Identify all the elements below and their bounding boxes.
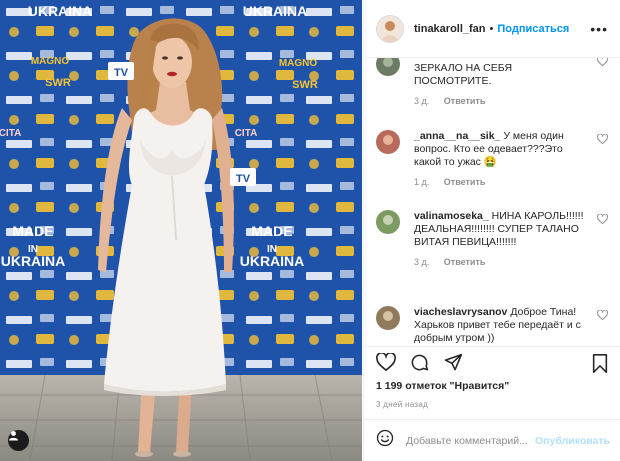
publish-button[interactable]: Опубликовать [535,435,610,447]
commenter-avatar[interactable] [376,210,400,234]
comments-list[interactable]: ЗЕРКАЛО НА СЕБЯ ПОСМОТРИТЕ. 3 д. Ответит… [364,58,620,346]
like-comment-heart-icon[interactable] [597,134,608,144]
add-comment-bar: Опубликовать [364,419,620,461]
backdrop-swr-logo: SWR [45,77,71,89]
backdrop-swr-logo-2: SWR [292,79,318,91]
backdrop-made-right: MADE [251,223,292,239]
post-header: tinakaroll_fan • Подписаться ••• [364,0,620,58]
backdrop-ukraina-made-right: UKRAINA [240,253,305,269]
tagged-user-icon[interactable] [8,430,29,451]
comment-time: 3 д. [414,257,430,267]
like-comment-heart-icon[interactable] [597,58,608,66]
reply-button[interactable]: Ответить [444,177,486,187]
post-side-panel: tinakaroll_fan • Подписаться ••• ЗЕРКАЛО… [363,0,620,461]
commenter-avatar[interactable] [376,306,400,330]
backdrop-city-logo-2: CITA [235,128,258,139]
comment-item: ЗЕРКАЛО НА СЕБЯ ПОСМОТРИТЕ. 3 д. Ответит… [376,58,610,106]
post-date: 3 дней назад [376,400,429,409]
post-actions [364,346,620,382]
header-separator: • [489,22,494,35]
backdrop-city-logo: CITA [0,128,21,139]
reply-button[interactable]: Ответить [444,96,486,106]
like-comment-heart-icon[interactable] [597,310,608,320]
post-photo[interactable]: UKRAINA UKRAINA MADE IN UKRAINA MADE IN … [0,0,362,461]
more-options-button[interactable]: ••• [590,21,608,37]
comment-input[interactable] [404,433,536,448]
likes-count[interactable]: 1 199 отметок "Нравится" [376,380,509,392]
photo-illustration: UKRAINA UKRAINA MADE IN UKRAINA MADE IN … [0,0,362,461]
comment-time: 1 д. [414,177,430,187]
reply-button[interactable]: Ответить [444,257,486,267]
share-icon[interactable] [444,353,463,377]
commenter-username[interactable]: _anna__na__sik_ [414,130,500,142]
emoji-icon[interactable] [376,429,394,452]
like-heart-icon[interactable] [376,352,396,376]
commenter-avatar[interactable] [376,130,400,154]
commenter-username[interactable]: viacheslavrysanov [414,306,507,318]
author-username[interactable]: tinakaroll_fan [414,23,486,35]
backdrop-tv-logo: TV [114,67,129,79]
bookmark-icon[interactable] [592,354,608,378]
backdrop-ukraina-made-left: UKRAINA [1,253,66,269]
follow-button[interactable]: Подписаться [497,23,569,35]
backdrop-magnolia-logo: MAGNO [31,56,70,67]
comment-item: viacheslavrysanov Доброе Тина! Харьков п… [376,306,610,345]
comment-time: 3 д. [414,96,430,106]
author-avatar[interactable] [376,14,404,43]
commenter-avatar[interactable] [376,58,400,76]
backdrop-tv-logo-2: TV [236,173,251,185]
comment-item: valinamoseka_ НИНА КАРОЛЬ!!!!!!ДЕАЛЬНАЯ!… [376,210,610,267]
comment-item: _anna__na__sik_ У меня один вопрос. Кто … [376,130,610,187]
backdrop-made-left: MADE [12,223,53,239]
backdrop-ukraina-right: UKRAINA [243,3,308,19]
like-comment-heart-icon[interactable] [597,214,608,224]
comment-text: ЗЕРКАЛО НА СЕБЯ ПОСМОТРИТЕ. [414,62,513,87]
commenter-username[interactable]: valinamoseka_ [414,210,489,222]
backdrop-magnolia-logo-2: MAGNO [279,58,318,69]
backdrop-ukraina-left: UKRAINA [28,3,93,19]
comment-icon[interactable] [410,353,429,377]
